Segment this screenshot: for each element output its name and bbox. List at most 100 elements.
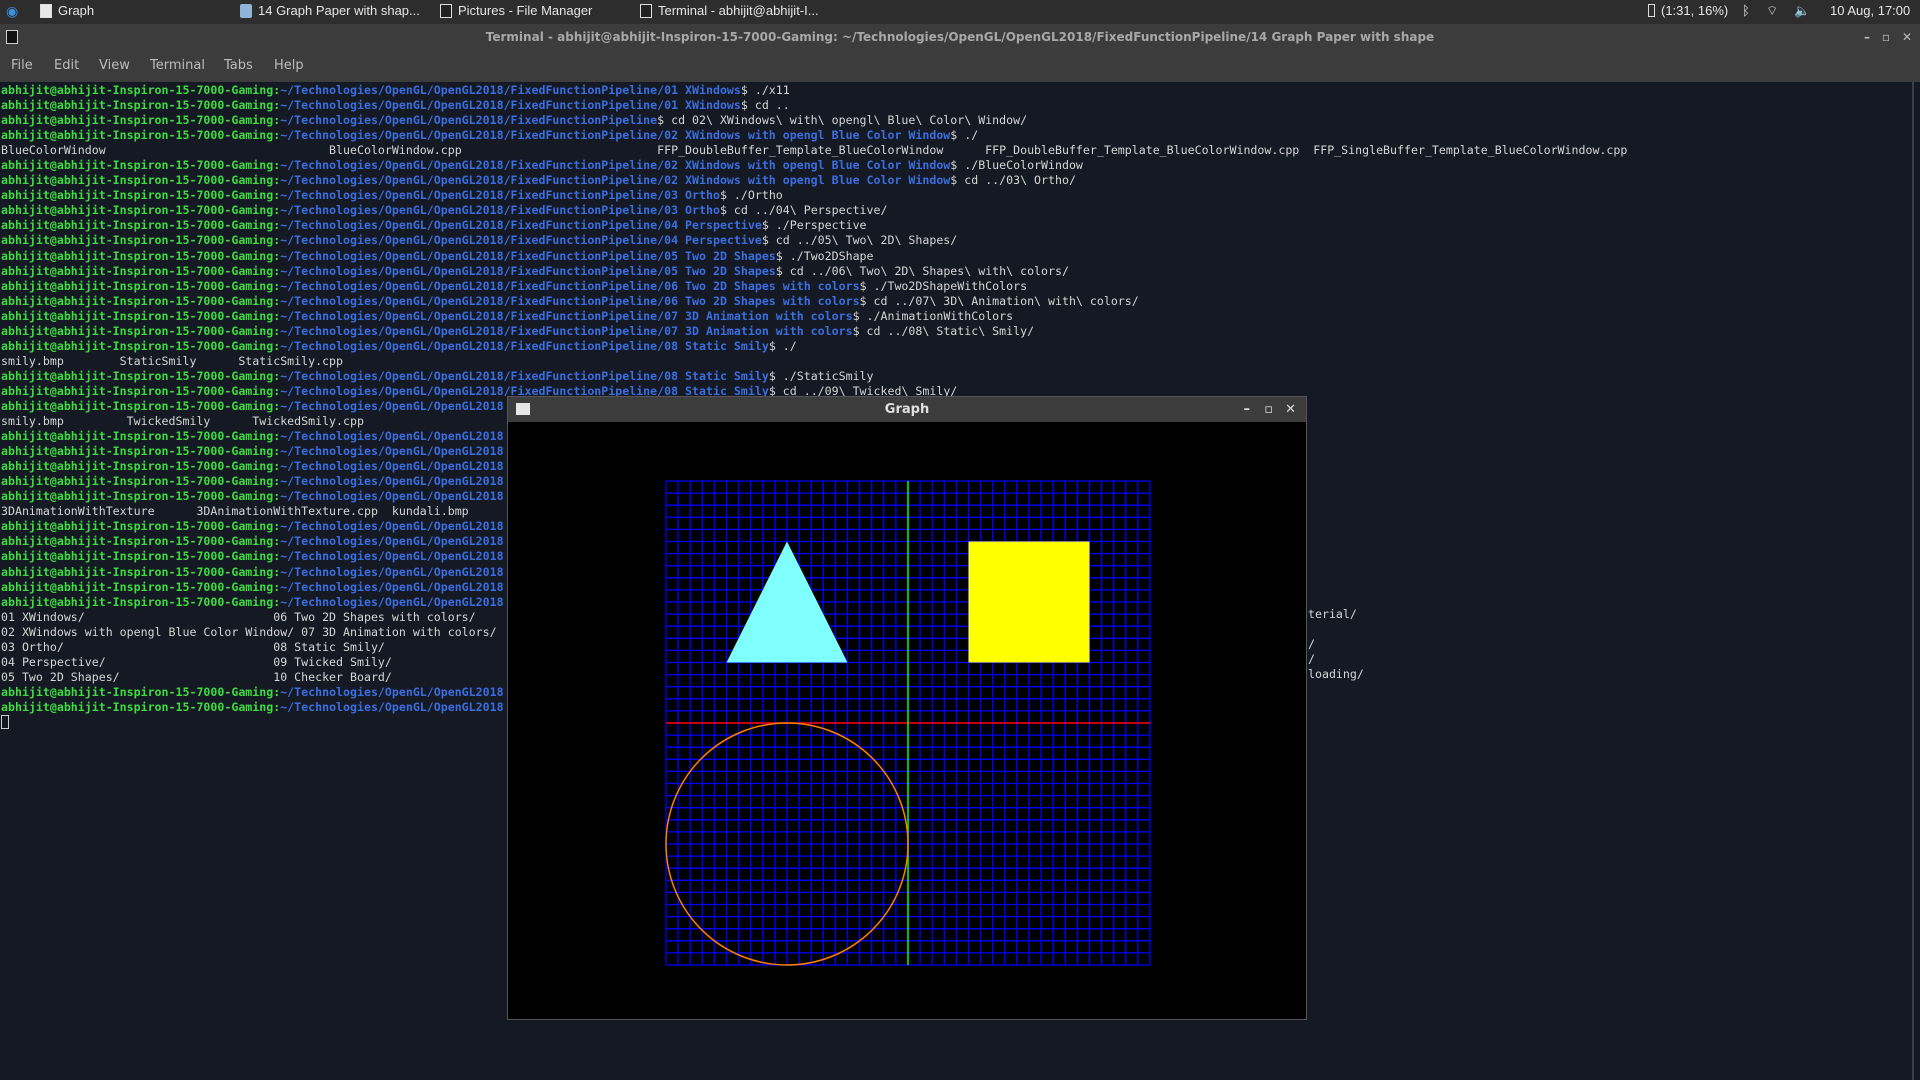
bluetooth-icon[interactable]: ᛒ bbox=[1742, 3, 1750, 18]
terminal-line: abhijit@abhijit-Inspiron-15-7000-Gaming:… bbox=[1, 218, 1910, 233]
graph-window[interactable]: Graph – ▫ ✕ bbox=[507, 396, 1307, 1020]
command-text: 3DAnimationWithTexture 3DAnimationWithTe… bbox=[1, 504, 469, 519]
square-shape bbox=[968, 541, 1090, 663]
prompt-path: ~/Technologies/OpenGL/OpenGL2018 bbox=[280, 594, 504, 609]
prompt-user: abhijit@abhijit-Inspiron-15-7000-Gaming: bbox=[1, 293, 281, 308]
output-fragment: / bbox=[1308, 652, 1315, 666]
maximize-button[interactable]: ▫ bbox=[1882, 24, 1890, 50]
terminal-line: abhijit@abhijit-Inspiron-15-7000-Gaming:… bbox=[1, 188, 1910, 203]
command-text: $ ./ bbox=[950, 128, 979, 143]
prompt-user: abhijit@abhijit-Inspiron-15-7000-Gaming: bbox=[1, 564, 281, 579]
task-file-manager[interactable]: Pictures - File Manager bbox=[440, 3, 592, 18]
menu-view[interactable]: View bbox=[99, 58, 130, 73]
output-fragment: loading/ bbox=[1308, 667, 1364, 681]
prompt-user: abhijit@abhijit-Inspiron-15-7000-Gaming: bbox=[1, 699, 281, 714]
command-text: $ ./StaticSmily bbox=[768, 368, 874, 383]
menu-file[interactable]: File bbox=[11, 58, 33, 73]
graph-window-title: Graph bbox=[884, 402, 930, 417]
prompt-path: ~/Technologies/OpenGL/OpenGL2018 bbox=[280, 459, 504, 474]
terminal-line: abhijit@abhijit-Inspiron-15-7000-Gaming:… bbox=[1, 113, 1910, 128]
maximize-button[interactable]: ▫ bbox=[1264, 397, 1273, 422]
prompt-user: abhijit@abhijit-Inspiron-15-7000-Gaming: bbox=[1, 128, 281, 143]
prompt-path: ~/Technologies/OpenGL/OpenGL2018/FixedFu… bbox=[280, 308, 853, 323]
command-text: $ cd .. bbox=[740, 98, 790, 113]
command-text: $ ./Ortho bbox=[719, 188, 783, 203]
menu-terminal[interactable]: Terminal bbox=[150, 58, 205, 73]
menu-edit[interactable]: Edit bbox=[54, 58, 79, 73]
terminal-line: abhijit@abhijit-Inspiron-15-7000-Gaming:… bbox=[1, 279, 1910, 294]
prompt-user: abhijit@abhijit-Inspiron-15-7000-Gaming: bbox=[1, 83, 281, 97]
menu-tabs[interactable]: Tabs bbox=[224, 58, 253, 73]
command-text: $ ./x11 bbox=[740, 83, 790, 97]
prompt-path: ~/Technologies/OpenGL/OpenGL2018/FixedFu… bbox=[280, 323, 853, 338]
prompt-user: abhijit@abhijit-Inspiron-15-7000-Gaming: bbox=[1, 323, 281, 338]
prompt-path: ~/Technologies/OpenGL/OpenGL2018 bbox=[280, 579, 504, 594]
prompt-path: ~/Technologies/OpenGL/OpenGL2018/FixedFu… bbox=[280, 263, 776, 278]
app-menu-icon[interactable]: ◉ bbox=[6, 3, 18, 20]
menu-help[interactable]: Help bbox=[274, 58, 304, 73]
command-text: $ cd ../04\ Perspective/ bbox=[719, 203, 888, 218]
file-manager-icon bbox=[440, 3, 452, 18]
command-text: $ ./Two2DShapeWithColors bbox=[859, 278, 1028, 293]
minimize-button[interactable]: – bbox=[1244, 397, 1251, 422]
battery-text: (1:31, 16%) bbox=[1661, 3, 1729, 18]
prompt-path: ~/Technologies/OpenGL/OpenGL2018 bbox=[280, 474, 504, 489]
command-text: smily.bmp StaticSmily StaticSmily.cpp bbox=[1, 353, 344, 368]
terminal-line: abhijit@abhijit-Inspiron-15-7000-Gaming:… bbox=[1, 158, 1910, 173]
prompt-user: abhijit@abhijit-Inspiron-15-7000-Gaming: bbox=[1, 218, 281, 233]
menu-bar: File Edit View Terminal Tabs Help bbox=[0, 50, 1920, 82]
prompt-user: abhijit@abhijit-Inspiron-15-7000-Gaming: bbox=[1, 684, 281, 699]
prompt-path: ~/Technologies/OpenGL/OpenGL2018/FixedFu… bbox=[280, 338, 769, 353]
task-terminal[interactable]: Terminal - abhijit@abhijit-I... bbox=[640, 3, 819, 18]
terminal-line: smily.bmp StaticSmily StaticSmily.cpp bbox=[1, 354, 1910, 369]
output-fragment: terial/ bbox=[1308, 607, 1357, 621]
prompt-user: abhijit@abhijit-Inspiron-15-7000-Gaming: bbox=[1, 368, 281, 383]
terminal-icon bbox=[640, 3, 652, 18]
terminal-line: abhijit@abhijit-Inspiron-15-7000-Gaming:… bbox=[1, 98, 1910, 113]
volume-icon[interactable]: 🔈 bbox=[1794, 3, 1810, 19]
prompt-user: abhijit@abhijit-Inspiron-15-7000-Gaming: bbox=[1, 519, 281, 534]
terminal-line: abhijit@abhijit-Inspiron-15-7000-Gaming:… bbox=[1, 249, 1910, 264]
prompt-user: abhijit@abhijit-Inspiron-15-7000-Gaming: bbox=[1, 534, 281, 549]
command-text: BlueColorWindow BlueColorWindow.cpp FFP_… bbox=[1, 143, 1628, 158]
clock[interactable]: 10 Aug, 17:00 bbox=[1830, 3, 1910, 18]
terminal-line: abhijit@abhijit-Inspiron-15-7000-Gaming:… bbox=[1, 339, 1910, 354]
task-label: 14 Graph Paper with shap... bbox=[258, 3, 420, 18]
close-button[interactable]: ✕ bbox=[1285, 397, 1296, 422]
terminal-line: abhijit@abhijit-Inspiron-15-7000-Gaming:… bbox=[1, 294, 1910, 309]
prompt-path: ~/Technologies/OpenGL/OpenGL2018/FixedFu… bbox=[280, 188, 720, 203]
task-label: Graph bbox=[58, 3, 95, 18]
scrollbar[interactable] bbox=[1912, 82, 1914, 1080]
close-button[interactable]: ✕ bbox=[1902, 24, 1912, 50]
battery-indicator[interactable]: (1:31, 16%) bbox=[1648, 3, 1728, 18]
terminal-line: abhijit@abhijit-Inspiron-15-7000-Gaming:… bbox=[1, 309, 1910, 324]
prompt-path: ~/Technologies/OpenGL/OpenGL2018 bbox=[280, 489, 504, 504]
command-text: 02 XWindows with opengl Blue Color Windo… bbox=[1, 624, 497, 639]
prompt-user: abhijit@abhijit-Inspiron-15-7000-Gaming: bbox=[1, 444, 281, 459]
prompt-user: abhijit@abhijit-Inspiron-15-7000-Gaming: bbox=[1, 278, 281, 293]
command-text: $ cd ../08\ Static\ Smily/ bbox=[852, 323, 1035, 338]
prompt-path: ~/Technologies/OpenGL/OpenGL2018 bbox=[280, 564, 504, 579]
terminal-line: abhijit@abhijit-Inspiron-15-7000-Gaming:… bbox=[1, 369, 1910, 384]
terminal-line: BlueColorWindow BlueColorWindow.cpp FFP_… bbox=[1, 143, 1910, 158]
prompt-path: ~/Technologies/OpenGL/OpenGL2018/FixedFu… bbox=[280, 278, 860, 293]
graph-canvas bbox=[665, 480, 1151, 966]
terminal-line: abhijit@abhijit-Inspiron-15-7000-Gaming:… bbox=[1, 324, 1910, 339]
prompt-path: ~/Technologies/OpenGL/OpenGL2018/FixedFu… bbox=[280, 293, 860, 308]
task-folder[interactable]: 14 Graph Paper with shap... bbox=[240, 3, 420, 18]
wifi-icon[interactable]: ⌔ bbox=[1766, 3, 1778, 19]
command-text: $ ./ bbox=[768, 338, 797, 353]
prompt-path: ~/Technologies/OpenGL/OpenGL2018/FixedFu… bbox=[280, 233, 762, 248]
prompt-path: ~/Technologies/OpenGL/OpenGL2018 bbox=[280, 684, 504, 699]
prompt-user: abhijit@abhijit-Inspiron-15-7000-Gaming: bbox=[1, 398, 281, 413]
command-text: $ ./Two2DShape bbox=[775, 248, 874, 263]
prompt-path: ~/Technologies/OpenGL/OpenGL2018 bbox=[280, 534, 504, 549]
task-graph[interactable]: Graph bbox=[40, 3, 94, 18]
prompt-user: abhijit@abhijit-Inspiron-15-7000-Gaming: bbox=[1, 113, 281, 128]
task-label: Terminal - abhijit@abhijit-I... bbox=[658, 3, 819, 18]
graph-titlebar[interactable]: Graph – ▫ ✕ bbox=[508, 397, 1306, 422]
prompt-path: ~/Technologies/OpenGL/OpenGL2018/FixedFu… bbox=[280, 113, 658, 128]
minimize-button[interactable]: – bbox=[1864, 24, 1870, 50]
terminal-titlebar[interactable]: Terminal - abhijit@abhijit-Inspiron-15-7… bbox=[0, 24, 1920, 50]
prompt-path: ~/Technologies/OpenGL/OpenGL2018/FixedFu… bbox=[280, 128, 951, 143]
